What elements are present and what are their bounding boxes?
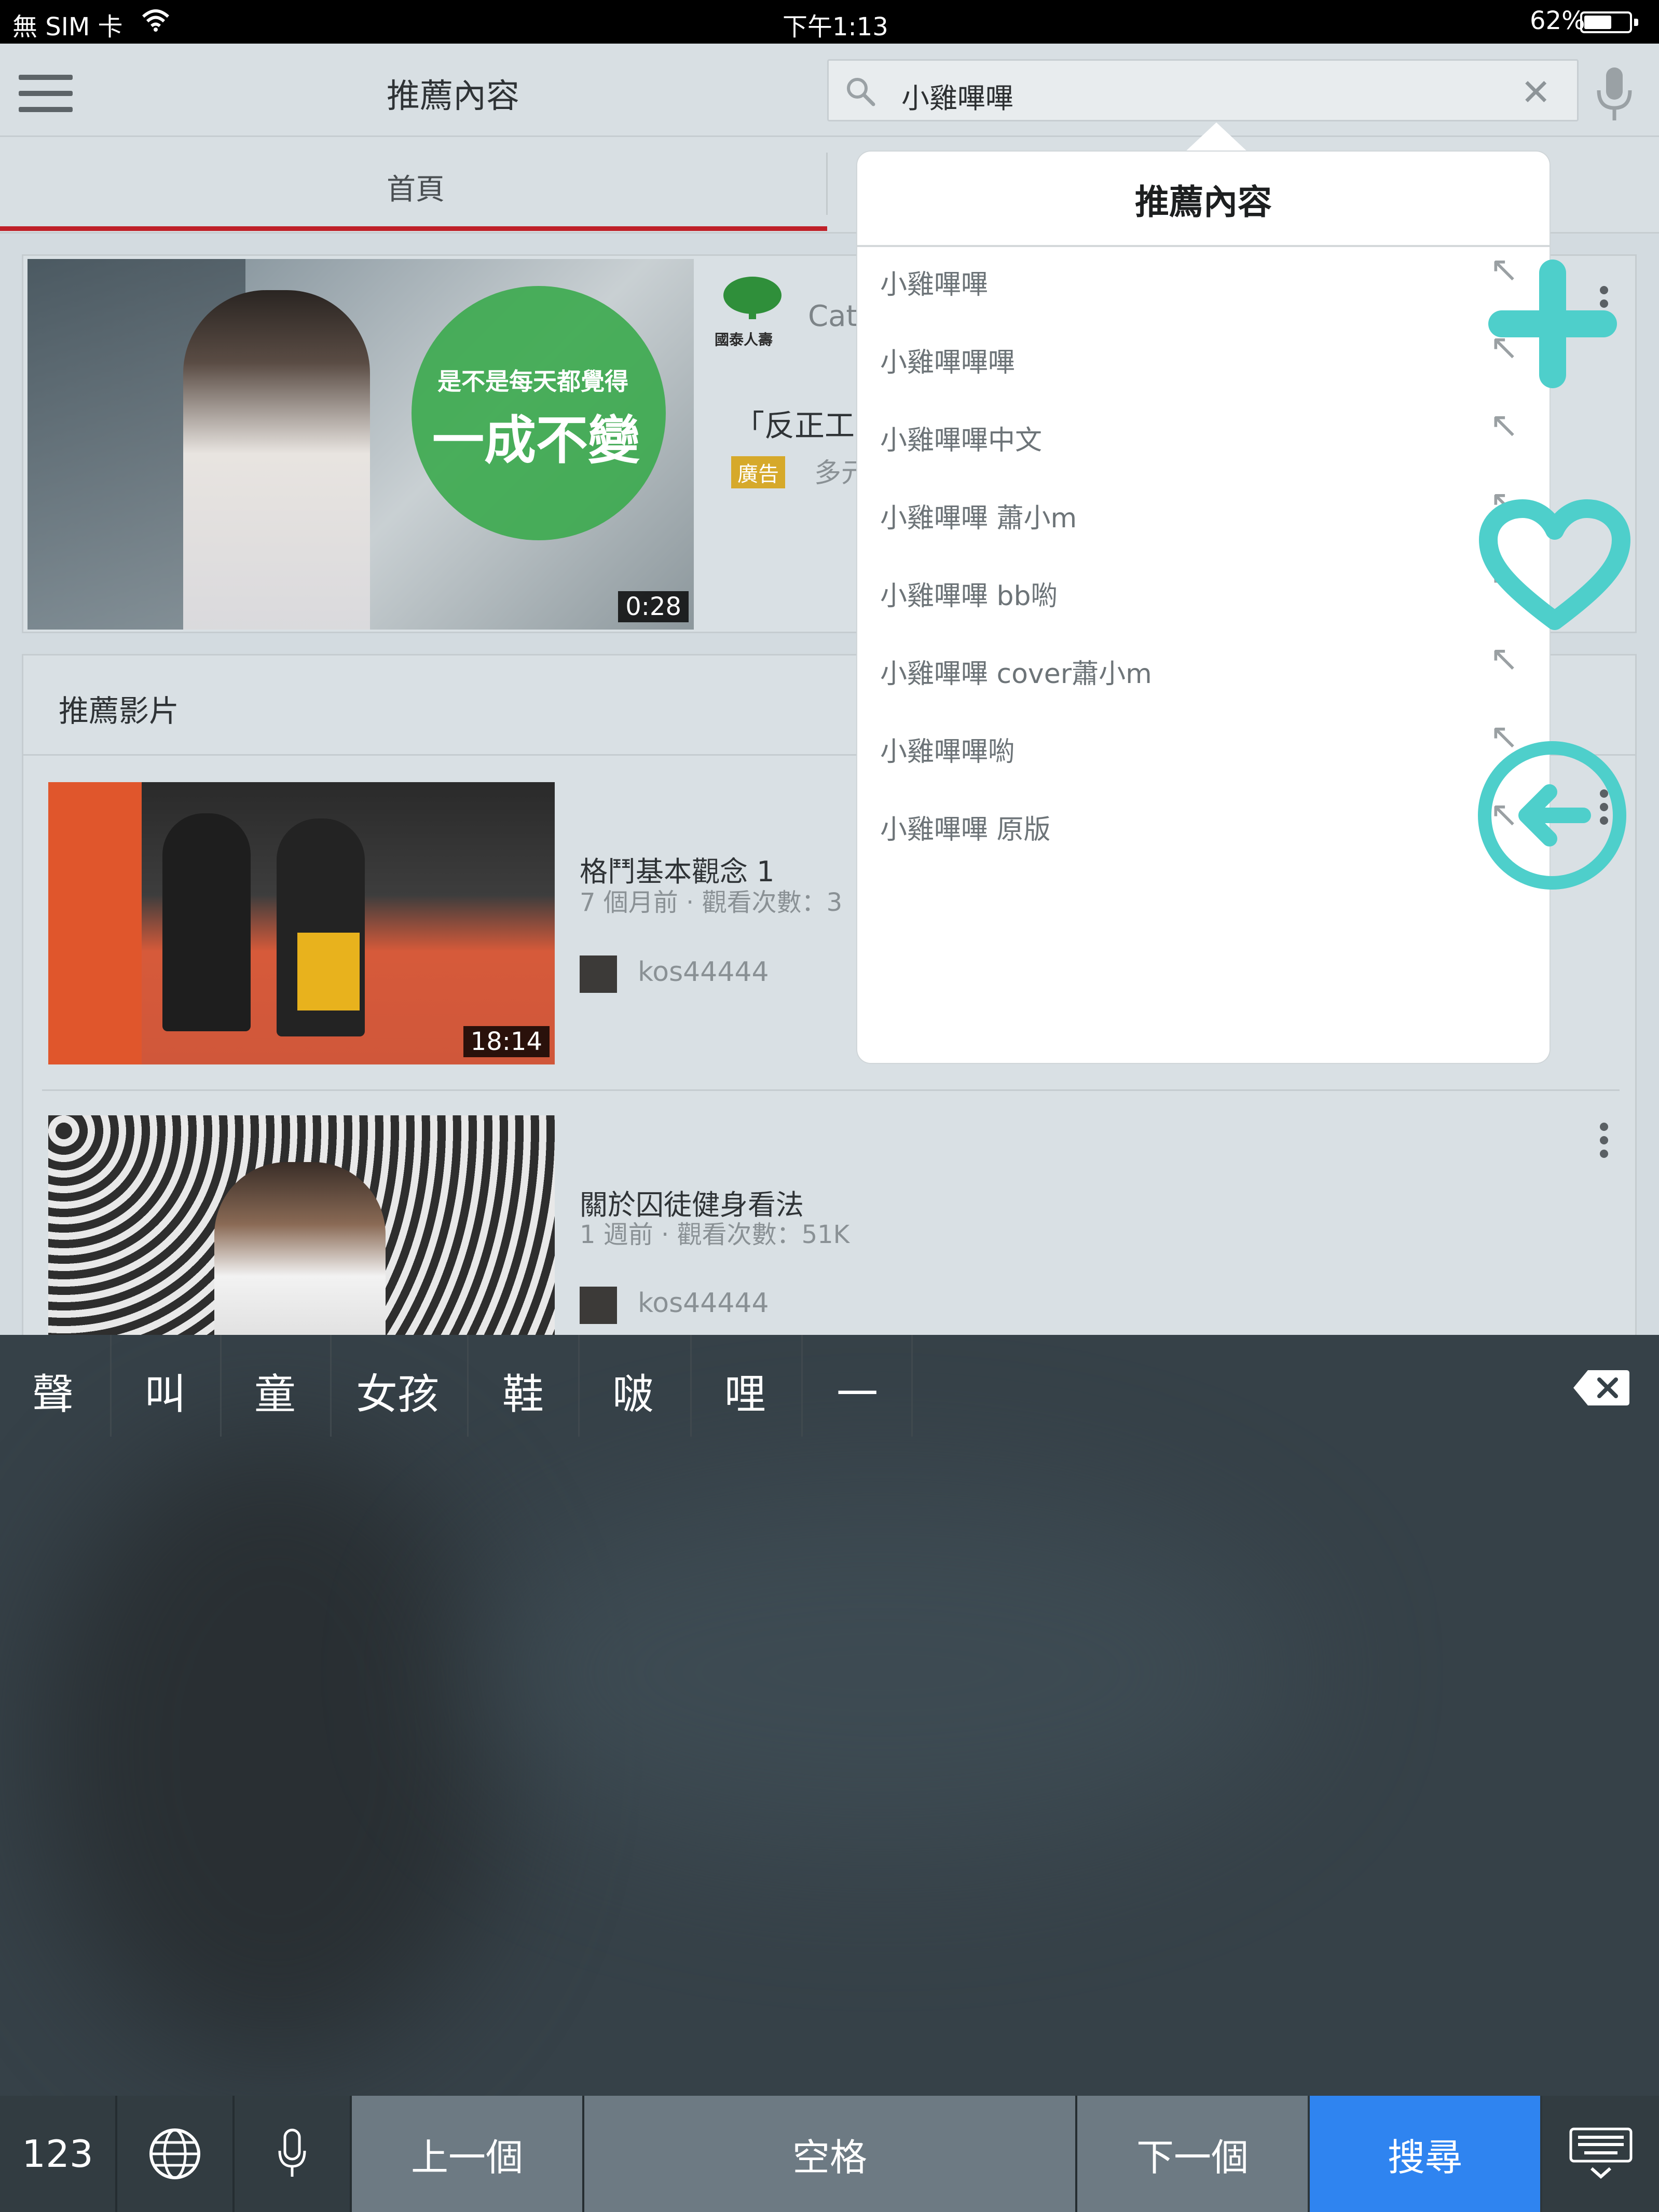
popup-pointer: [1183, 122, 1250, 154]
plus-icon[interactable]: [1485, 256, 1620, 391]
microphone-icon: [278, 2128, 306, 2177]
suggestion-item[interactable]: 小雞嗶嗶嗶: [880, 340, 1015, 379]
keyboard-bottom-row: 123 上一個 空格 下一個 搜尋: [0, 2096, 1659, 2212]
search-key[interactable]: 搜尋: [1310, 2096, 1540, 2212]
candidate-word[interactable]: 哩: [724, 1361, 766, 1421]
thumb-caption-1: 是不是每天都覺得: [437, 367, 628, 395]
onscreen-keyboard: 聲 叫 童女孩 鞋 啵 哩 一 123 上一個 空格 下一個 搜尋: [0, 1335, 1659, 2212]
search-input[interactable]: 小雞嗶嗶 ✕: [827, 59, 1579, 121]
section-heading: 推薦影片: [59, 693, 180, 729]
hide-keyboard-key[interactable]: [1542, 2096, 1659, 2212]
globe-key[interactable]: [117, 2096, 232, 2212]
candidate-word[interactable]: 鞋: [502, 1361, 544, 1421]
candidate-word[interactable]: 女孩: [356, 1361, 439, 1421]
avatar[interactable]: [580, 955, 617, 993]
candidate-word[interactable]: 聲: [32, 1361, 74, 1421]
suggestion-item[interactable]: 小雞嗶嗶中文: [880, 418, 1042, 457]
dictation-key[interactable]: [235, 2096, 350, 2212]
thumb-caption-2: 一成不變: [432, 410, 640, 471]
candidate-word[interactable]: 啵: [612, 1361, 654, 1421]
carrier-label: 無 SIM 卡: [12, 12, 123, 42]
backspace-icon[interactable]: [1572, 1368, 1630, 1408]
suggestion-item[interactable]: 小雞嗶嗶喲: [880, 730, 1015, 769]
candidate-word[interactable]: 叫: [144, 1361, 186, 1421]
avatar[interactable]: [580, 1287, 617, 1324]
microphone-icon[interactable]: [1595, 66, 1634, 124]
video-thumbnail[interactable]: [48, 1115, 555, 1344]
ad-thumbnail[interactable]: 是不是每天都覺得 一成不變 0:28: [28, 259, 694, 630]
wifi-icon: [142, 9, 170, 32]
status-bar: 無 SIM 卡 下午1:13 62%: [0, 0, 1659, 44]
arrow-up-left-icon[interactable]: ↖: [1489, 638, 1519, 679]
suggestion-item[interactable]: 小雞嗶嗶 原版: [880, 808, 1051, 846]
person-figure: [183, 290, 370, 630]
suggestion-item[interactable]: 小雞嗶嗶 bb喲: [880, 574, 1058, 613]
search-suggestions-popup: 推薦內容 小雞嗶嗶 ↖ 小雞嗶嗶嗶 ↖ 小雞嗶嗶中文 ↖ 小雞嗶嗶 蕭小m ↖ 小雞嗶嗶 bb喲…: [857, 152, 1550, 1063]
candidate-word[interactable]: 童: [254, 1361, 296, 1421]
back-arrow-circle-icon[interactable]: [1477, 740, 1627, 891]
divider: [857, 245, 1550, 247]
ad-badge: 廣告: [731, 456, 785, 488]
space-key[interactable]: 空格: [584, 2096, 1075, 2212]
popup-title: 推薦內容: [1135, 182, 1272, 222]
next-key[interactable]: 下一個: [1077, 2096, 1308, 2212]
duration-badge: 18:14: [463, 1026, 550, 1057]
battery-percent: 62%: [1530, 6, 1585, 35]
numbers-key[interactable]: 123: [0, 2096, 115, 2212]
candidate-word[interactable]: 一: [837, 1361, 878, 1421]
search-icon: [847, 78, 875, 106]
channel-name[interactable]: kos44444: [638, 957, 769, 988]
previous-key[interactable]: 上一個: [352, 2096, 582, 2212]
more-options-icon[interactable]: [1600, 1123, 1610, 1163]
clear-icon[interactable]: ✕: [1520, 71, 1551, 114]
video-meta: 1 週前 · 觀看次數：51K: [580, 1220, 850, 1249]
app-bar: 推薦內容 小雞嗶嗶 ✕: [0, 44, 1659, 137]
battery-icon: [1580, 11, 1638, 33]
ad-title: 「反正工: [734, 408, 855, 443]
clock: 下午1:13: [783, 12, 888, 42]
fighter-figure: [162, 813, 251, 1031]
tab-active-indicator: [0, 226, 827, 231]
menu-icon[interactable]: [19, 75, 73, 112]
tab-home[interactable]: 首頁: [387, 166, 445, 208]
keyboard-dismiss-icon: [1569, 2127, 1632, 2179]
arrow-up-left-icon[interactable]: ↖: [1489, 405, 1519, 446]
search-query: 小雞嗶嗶: [901, 82, 1013, 115]
globe-icon: [149, 2128, 200, 2179]
video-thumbnail[interactable]: 18:14: [48, 782, 555, 1064]
person-figure: [214, 1162, 386, 1344]
video-meta: 7 個月前 · 觀看次數：3: [580, 888, 843, 917]
cathay-logo: [723, 277, 781, 319]
shorts-graphic: [297, 933, 360, 1011]
channel-name[interactable]: kos44444: [638, 1288, 769, 1319]
heart-icon[interactable]: [1478, 498, 1631, 631]
suggestion-item[interactable]: 小雞嗶嗶: [880, 263, 988, 302]
tab-divider: [826, 153, 828, 215]
suggestion-item[interactable]: 小雞嗶嗶 cover蕭小m: [880, 652, 1152, 691]
page-title: 推薦內容: [387, 77, 519, 116]
duration-badge: 0:28: [618, 591, 689, 622]
advertiser-logo-text: 國泰人壽: [715, 331, 773, 348]
suggestion-item[interactable]: 小雞嗶嗶 蕭小m: [880, 496, 1077, 535]
divider: [42, 1089, 1620, 1091]
